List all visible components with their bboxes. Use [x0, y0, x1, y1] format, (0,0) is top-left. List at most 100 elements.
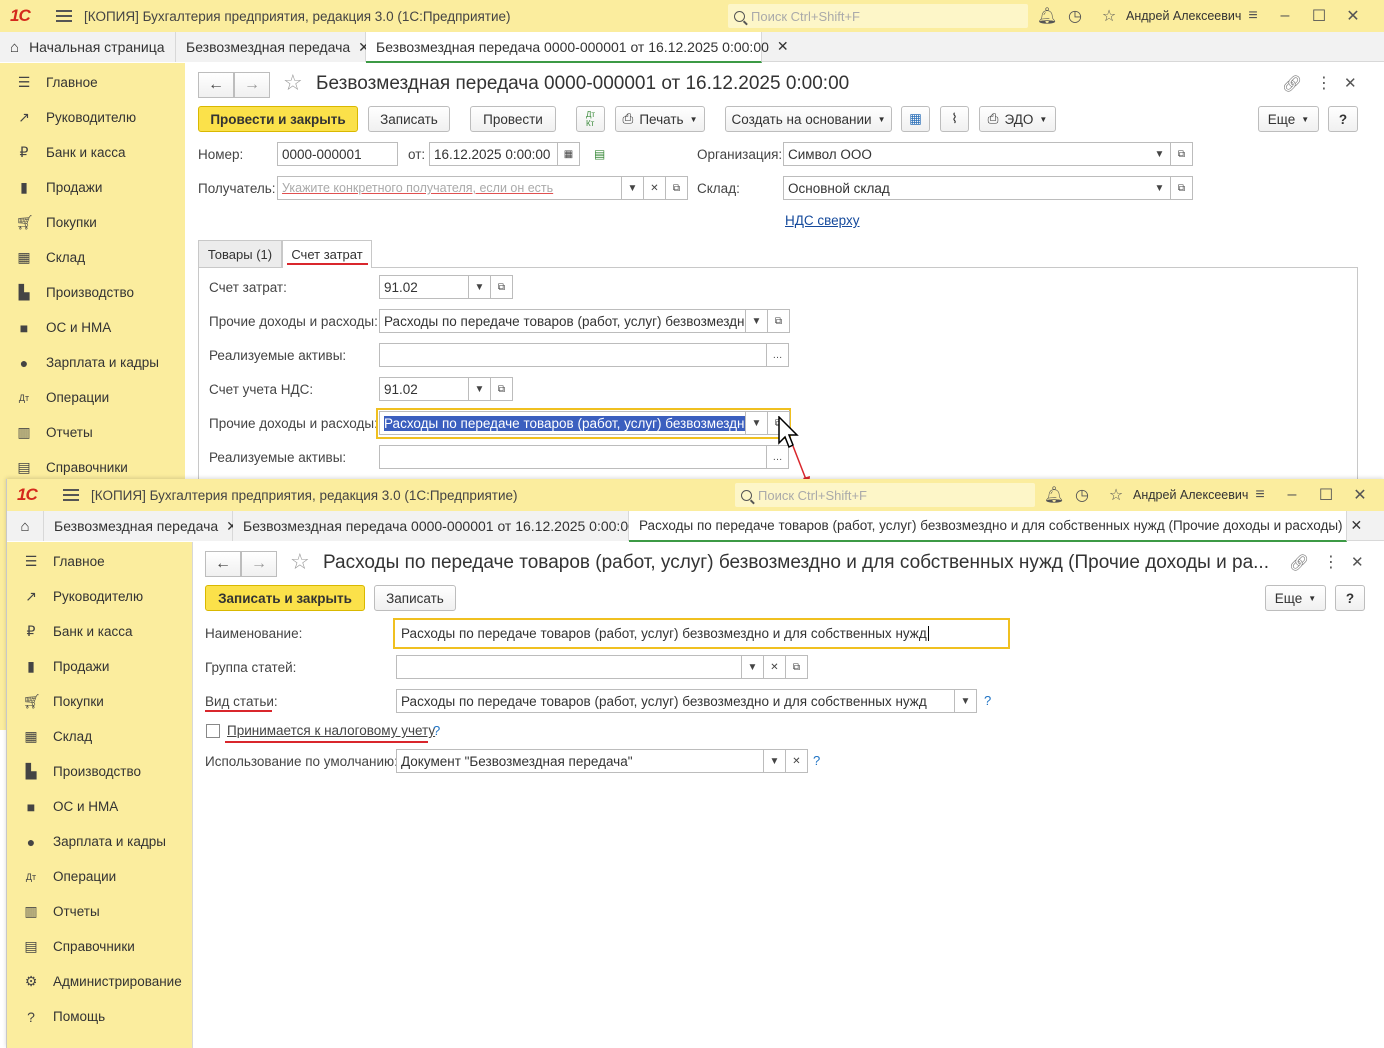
- bell-icon[interactable]: 🔔︎: [1043, 485, 1065, 505]
- sidebar-item[interactable]: ☰ Главное: [0, 65, 185, 100]
- open-icon[interactable]: ⧉: [768, 309, 790, 333]
- sidebar-item[interactable]: 🛒︎ Покупки: [0, 205, 185, 240]
- edo-button[interactable]: ⎙ ЭДО ▼: [979, 106, 1056, 132]
- sidebar-item[interactable]: ▙ Производство: [0, 275, 185, 310]
- minimize-icon[interactable]: –: [1275, 486, 1309, 504]
- tax-checkbox-label[interactable]: Принимается к налоговому учету: [227, 723, 435, 738]
- more-button[interactable]: Еще ▼: [1265, 585, 1326, 611]
- save-close-button[interactable]: Записать и закрыть: [205, 585, 365, 611]
- post-close-button[interactable]: Провести и закрыть: [198, 106, 358, 132]
- structure-button[interactable]: ▦: [901, 106, 930, 132]
- favorite-star-icon[interactable]: ☆: [290, 549, 310, 575]
- dropdown-icon[interactable]: ▼: [746, 309, 768, 333]
- post-button[interactable]: Провести: [470, 106, 556, 132]
- close-icon[interactable]: ✕: [1343, 485, 1377, 505]
- tab-list[interactable]: Безвозмездная передача✕: [176, 32, 370, 62]
- vat-account-field[interactable]: 91.02: [379, 377, 469, 401]
- cost-account-field[interactable]: 91.02: [379, 275, 469, 299]
- hamburger-icon[interactable]: [56, 10, 72, 22]
- save-button[interactable]: Записать: [374, 585, 456, 611]
- back-button[interactable]: ←: [205, 551, 241, 577]
- open-icon[interactable]: ⧉: [491, 275, 513, 299]
- kind-field[interactable]: Расходы по передаче товаров (работ, услу…: [396, 689, 955, 713]
- date-field[interactable]: 16.12.2025 0:00:00: [429, 142, 558, 166]
- clear-icon[interactable]: ✕: [786, 749, 808, 773]
- user-name[interactable]: Андрей Алексеевич: [1126, 9, 1241, 23]
- history-doc-icon[interactable]: ▤: [594, 147, 605, 161]
- assets2-field[interactable]: [379, 445, 767, 469]
- sidebar-item[interactable]: ▦ Склад: [7, 719, 192, 754]
- name-field[interactable]: Расходы по передаче товаров (работ, услу…: [396, 621, 1007, 645]
- minimize-icon[interactable]: –: [1268, 7, 1302, 25]
- vat-link[interactable]: НДС сверху: [785, 213, 860, 228]
- sidebar-item[interactable]: ₽ Банк и касса: [0, 135, 185, 170]
- sidebar-item[interactable]: ₽ Банк и касса: [7, 614, 192, 649]
- star-icon[interactable]: ☆: [1099, 485, 1133, 505]
- settings-icon[interactable]: ≡: [1238, 7, 1268, 25]
- help-question-icon[interactable]: ?: [813, 753, 820, 768]
- assets-field[interactable]: [379, 343, 767, 367]
- sidebar-item[interactable]: ▙ Производство: [7, 754, 192, 789]
- tab-home[interactable]: ⌂ Начальная страница: [0, 32, 176, 62]
- attach-button[interactable]: ⌇: [940, 106, 969, 132]
- inner-tab-goods[interactable]: Товары (1): [198, 240, 282, 267]
- sidebar-item[interactable]: ↗ Руководителю: [7, 579, 192, 614]
- more-vert-icon[interactable]: ⋮: [1323, 552, 1339, 572]
- sidebar-item[interactable]: 🛒︎ Покупки: [7, 684, 192, 719]
- dropdown-icon[interactable]: ▼: [469, 275, 491, 299]
- history-icon[interactable]: ◷: [1065, 485, 1099, 505]
- close-icon[interactable]: ✕: [1336, 6, 1370, 26]
- tab-home[interactable]: ⌂: [7, 511, 44, 541]
- bell-icon[interactable]: 🔔︎: [1036, 6, 1058, 26]
- dropdown-icon[interactable]: ▼: [622, 176, 644, 200]
- back-button[interactable]: ←: [198, 72, 234, 98]
- open-icon[interactable]: ⧉: [666, 176, 688, 200]
- more-button[interactable]: Еще ▼: [1258, 106, 1319, 132]
- star-icon[interactable]: ☆: [1092, 6, 1126, 26]
- open-icon[interactable]: ⧉: [1171, 176, 1193, 200]
- dtkt-button[interactable]: Дт Кт: [576, 106, 605, 132]
- sidebar-item[interactable]: ▥ Отчеты: [7, 894, 192, 929]
- dropdown-icon[interactable]: ▼: [1149, 176, 1171, 200]
- close-form-icon[interactable]: ✕: [1351, 553, 1364, 571]
- sidebar-item[interactable]: ☰ Главное: [7, 544, 192, 579]
- sidebar-item[interactable]: ⚙ Администрирование: [7, 964, 192, 999]
- help-button[interactable]: ?: [1328, 106, 1358, 132]
- dropdown-icon[interactable]: ▼: [746, 411, 768, 435]
- sidebar-item[interactable]: ▤ Справочники: [7, 929, 192, 964]
- select-icon[interactable]: …: [767, 343, 789, 367]
- tab-document[interactable]: Безвозмездная передача 0000-000001 от 16…: [233, 511, 656, 541]
- other-ie2-field[interactable]: Расходы по передаче товаров (работ, услу…: [379, 411, 746, 435]
- clear-icon[interactable]: ✕: [764, 655, 786, 679]
- close-form-icon[interactable]: ✕: [1344, 74, 1357, 92]
- tab-document[interactable]: Безвозмездная передача 0000-000001 от 16…: [366, 32, 789, 63]
- sidebar-item[interactable]: ↗ Руководителю: [0, 100, 185, 135]
- favorite-star-icon[interactable]: ☆: [283, 70, 303, 96]
- link-icon[interactable]: 🔗︎: [1282, 74, 1302, 94]
- org-field[interactable]: Символ ООО: [783, 142, 1150, 166]
- calendar-icon[interactable]: ▦: [558, 142, 580, 166]
- sidebar-item[interactable]: ? Помощь: [7, 999, 192, 1034]
- help-question-icon[interactable]: ?: [984, 693, 991, 708]
- sidebar-item[interactable]: ▮ Продажи: [0, 170, 185, 205]
- open-icon[interactable]: ⧉: [491, 377, 513, 401]
- sidebar-item[interactable]: Дт Операции: [0, 380, 185, 415]
- recipient-field[interactable]: Укажите конкретного получателя, если он …: [277, 176, 622, 200]
- group-field[interactable]: [396, 655, 742, 679]
- warehouse-field[interactable]: Основной склад: [783, 176, 1150, 200]
- dropdown-icon[interactable]: ▼: [1149, 142, 1171, 166]
- open-icon[interactable]: ⧉: [786, 655, 808, 679]
- open-icon[interactable]: ⧉: [1171, 142, 1193, 166]
- tab-item[interactable]: Расходы по передаче товаров (работ, услу…: [629, 511, 1362, 542]
- tax-checkbox[interactable]: [206, 724, 220, 738]
- search-input[interactable]: Поиск Ctrl+Shift+F: [728, 4, 1028, 28]
- hamburger-icon[interactable]: [63, 489, 79, 501]
- forward-button[interactable]: →: [234, 72, 270, 98]
- print-button[interactable]: ⎙ Печать ▼: [615, 106, 705, 132]
- maximize-icon[interactable]: ☐: [1309, 485, 1343, 505]
- other-ie-field[interactable]: Расходы по передаче товаров (работ, услу…: [379, 309, 746, 333]
- history-icon[interactable]: ◷: [1058, 6, 1092, 26]
- save-button[interactable]: Записать: [368, 106, 450, 132]
- sidebar-item[interactable]: ● Зарплата и кадры: [0, 345, 185, 380]
- dropdown-icon[interactable]: ▼: [469, 377, 491, 401]
